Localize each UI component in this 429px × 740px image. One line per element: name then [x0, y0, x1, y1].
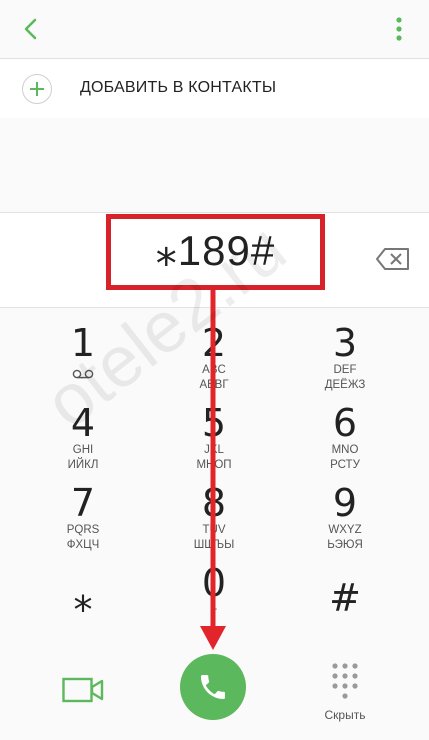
plus-icon — [30, 82, 44, 96]
key-letters: ЬЭЮЯ — [327, 539, 363, 551]
add-contact-button[interactable] — [22, 74, 52, 104]
key-star[interactable]: ⁎ — [18, 578, 148, 658]
key-letters: DEF — [333, 364, 357, 376]
key-letters: ФХЦЧ — [66, 539, 100, 551]
key-0[interactable]: 0 + — [149, 563, 279, 643]
backspace-icon[interactable] — [375, 246, 411, 272]
add-to-contacts-label: ДОБАВИТЬ В КОНТАКТЫ — [80, 79, 277, 96]
key-letters: + — [210, 604, 218, 616]
vertical-dots-icon[interactable] — [395, 16, 403, 42]
key-2[interactable]: 2 ABC АБВГ — [149, 323, 279, 403]
key-4[interactable]: 4 GHI ИЙКЛ — [18, 403, 148, 483]
key-letters: ИЙКЛ — [67, 459, 99, 471]
dialed-number[interactable]: ⁎189# — [106, 226, 325, 275]
call-button[interactable] — [180, 654, 246, 720]
key-digit: 5 — [201, 401, 227, 445]
key-letters: ABC — [202, 364, 226, 376]
top-bar — [0, 0, 429, 58]
key-letters: TUV — [202, 524, 226, 536]
key-digit: 9 — [332, 481, 358, 525]
hide-label: Скрыть — [324, 708, 366, 722]
key-1[interactable]: 1 — [18, 323, 148, 403]
key-letters: MNO — [331, 444, 359, 456]
keypad-grid-icon — [332, 663, 358, 699]
divider — [0, 58, 429, 59]
key-digit: 0 — [201, 561, 227, 605]
key-letters: ШЩЪЫ — [193, 539, 235, 551]
voicemail-icon — [72, 369, 94, 379]
add-to-contacts-row[interactable]: ДОБАВИТЬ В КОНТАКТЫ — [0, 60, 429, 118]
key-letters: МНОП — [196, 459, 232, 471]
phone-icon — [201, 675, 225, 699]
key-5[interactable]: 5 JKL МНОП — [149, 403, 279, 483]
key-digit: 6 — [332, 401, 358, 445]
hide-keypad-button[interactable]: Скрыть — [318, 662, 372, 724]
key-digit: 4 — [70, 401, 96, 445]
key-letters: GHI — [72, 444, 94, 456]
key-6[interactable]: 6 MNO РСТУ — [280, 403, 410, 483]
key-3[interactable]: 3 DEF ДЕЁЖЗ — [280, 323, 410, 403]
key-hash[interactable]: # — [280, 578, 410, 658]
suggestions-area — [0, 118, 429, 212]
key-digit: 3 — [332, 321, 358, 365]
key-digit: # — [329, 576, 361, 620]
key-8[interactable]: 8 TUV ШЩЪЫ — [149, 483, 279, 563]
key-letters: PQRS — [66, 524, 100, 536]
key-digit: 1 — [70, 321, 96, 365]
key-digit: 2 — [201, 321, 227, 365]
chevron-left-icon[interactable] — [16, 14, 46, 44]
key-letters: ДЕЁЖЗ — [324, 379, 366, 391]
video-call-icon[interactable] — [62, 676, 104, 704]
key-digit: ⁎ — [73, 576, 93, 620]
key-letters: АБВГ — [199, 379, 229, 391]
key-9[interactable]: 9 WXYZ ЬЭЮЯ — [280, 483, 410, 563]
key-letters: РСТУ — [330, 459, 360, 471]
key-letters: JKL — [204, 444, 224, 456]
key-7[interactable]: 7 PQRS ФХЦЧ — [18, 483, 148, 563]
key-letters: WXYZ — [328, 524, 362, 536]
key-digit: 8 — [201, 481, 227, 525]
key-digit: 7 — [70, 481, 96, 525]
